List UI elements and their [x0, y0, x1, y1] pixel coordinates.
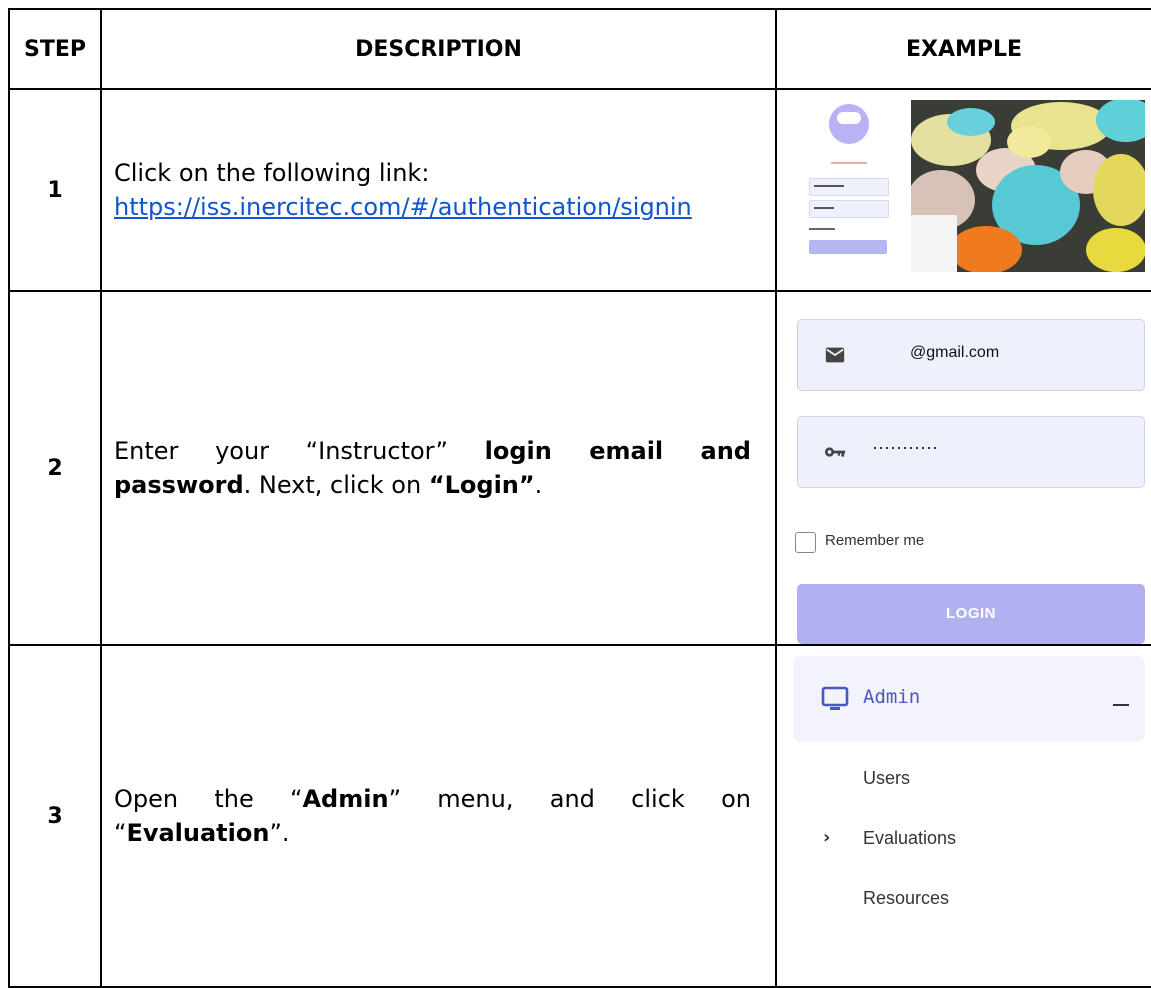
email-value: @gmail.com — [910, 344, 1000, 361]
mini-password-field — [809, 200, 889, 218]
mini-remember — [809, 228, 835, 230]
mail-icon — [825, 347, 845, 363]
header-description: DESCRIPTION — [100, 8, 777, 90]
logo-icon — [829, 104, 869, 144]
step-text: Open the “ — [114, 785, 303, 813]
header-example: EXAMPLE — [775, 8, 1151, 90]
step-text: . Next, click on — [243, 471, 429, 499]
table-row: 3 Open the “Admin” menu, and click on “E… — [8, 644, 1151, 988]
step-number: 2 — [8, 290, 102, 646]
step-example — [775, 88, 1151, 292]
step-text: Enter your “Instructor” — [114, 437, 485, 465]
header-step: STEP — [8, 8, 102, 90]
step-text-bold: Evaluation — [126, 819, 270, 847]
step-example: @gmail.com ··········· Remember me LOGIN — [775, 290, 1151, 646]
password-field[interactable]: ··········· — [797, 416, 1145, 488]
steps-table: STEP DESCRIPTION EXAMPLE 1 Click on the … — [8, 8, 1151, 988]
login-button[interactable]: LOGIN — [797, 584, 1145, 643]
mini-title — [831, 162, 867, 164]
monitor-icon — [821, 686, 849, 710]
step-text-bold: Admin — [302, 785, 389, 813]
step-description: Click on the following link: https://iss… — [100, 88, 777, 292]
step-example: Admin Users › Evaluations Resources — [775, 644, 1151, 988]
step-text-bold: “Login” — [428, 471, 535, 499]
remember-label: Remember me — [825, 532, 925, 549]
step-text: ”. — [269, 819, 290, 847]
step-number: 3 — [8, 644, 102, 988]
collapse-icon[interactable] — [1113, 704, 1129, 706]
admin-menu-label: Admin — [863, 686, 921, 708]
step-description: Enter your “Instructor” login email and … — [100, 290, 777, 646]
step-text: Click on the following link: — [114, 159, 430, 187]
table-row: 1 Click on the following link: https://i… — [8, 88, 1151, 292]
step-description: Open the “Admin” menu, and click on “Eva… — [100, 644, 777, 988]
email-field[interactable]: @gmail.com — [797, 319, 1145, 391]
training-mannequins-photo — [911, 100, 1145, 272]
menu-item-evaluations[interactable]: Evaluations — [863, 828, 956, 849]
mini-email-field — [809, 178, 889, 196]
remember-checkbox[interactable] — [795, 532, 816, 553]
step-text: . — [534, 471, 543, 499]
step-number: 1 — [8, 88, 102, 292]
password-value: ··········· — [872, 437, 938, 457]
menu-item-users[interactable]: Users — [863, 768, 910, 789]
mini-login-button — [809, 240, 887, 254]
mini-login-screenshot — [809, 104, 889, 264]
chevron-right-icon: › — [823, 827, 831, 848]
table-row: 2 Enter your “Instructor” login email an… — [8, 290, 1151, 646]
menu-item-resources[interactable]: Resources — [863, 888, 949, 909]
signin-link[interactable]: https://iss.inercitec.com/#/authenticati… — [114, 193, 692, 221]
key-icon — [824, 447, 846, 457]
photo-image — [911, 100, 1145, 272]
admin-menu-header[interactable]: Admin — [793, 656, 1145, 742]
